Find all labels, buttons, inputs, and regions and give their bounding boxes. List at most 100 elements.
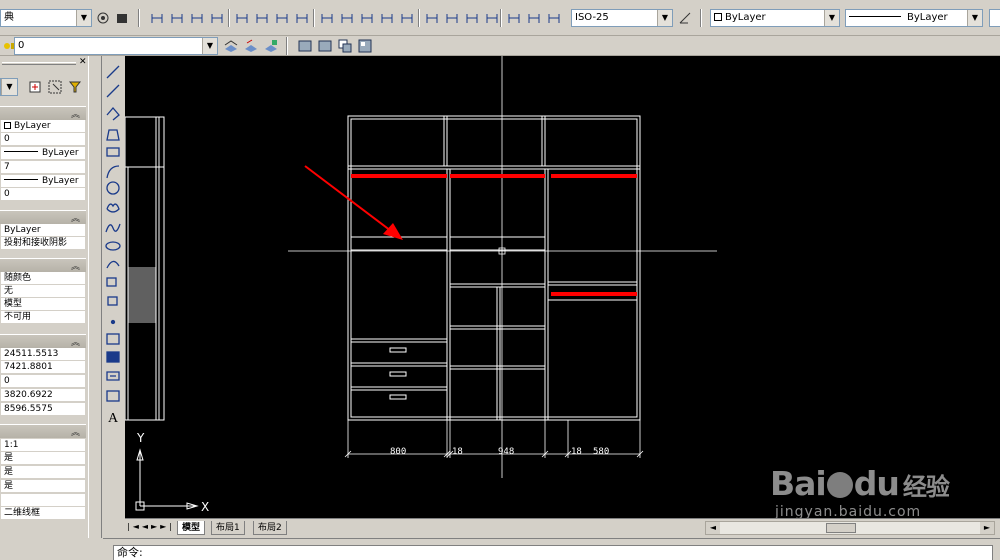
angular-dim-icon[interactable] bbox=[293, 9, 311, 27]
scroll-left-icon[interactable]: ◄ bbox=[706, 522, 720, 534]
dim-break-icon[interactable] bbox=[398, 9, 416, 27]
continue-dim-icon[interactable] bbox=[358, 9, 376, 27]
workspace-combo[interactable]: 典 ▼ bbox=[0, 9, 92, 27]
aligned-dim-icon[interactable] bbox=[168, 9, 186, 27]
layer-match-icon[interactable] bbox=[222, 37, 240, 55]
collapse-icon[interactable]: ︽ bbox=[71, 107, 80, 120]
prop-annotation-scale[interactable]: 1:1 bbox=[1, 439, 85, 452]
prop-width[interactable]: 8596.5575 bbox=[1, 403, 85, 416]
chevron-down-icon[interactable]: ▼ bbox=[1, 79, 17, 95]
prop-plot-style[interactable]: 随颜色 bbox=[1, 272, 85, 285]
close-icon[interactable]: ✕ bbox=[79, 57, 87, 67]
prop-center-x-value: 24511.5513 bbox=[4, 349, 59, 359]
layer-combo[interactable]: 0 ▼ bbox=[14, 37, 218, 55]
prop-layer[interactable]: 0 bbox=[1, 133, 85, 146]
prop-color[interactable]: ByLayer bbox=[1, 120, 85, 133]
prop-plot-style-name[interactable]: 无 bbox=[1, 285, 85, 298]
chevron-down-icon[interactable]: ▼ bbox=[202, 38, 217, 54]
prop-plot-attached[interactable]: 不可用 bbox=[1, 311, 85, 324]
lineweight-combo[interactable] bbox=[989, 9, 1000, 27]
jogged-linear-icon[interactable] bbox=[483, 9, 501, 27]
prop-ucs-icon-on[interactable]: 是 bbox=[1, 452, 85, 465]
tab-layout1[interactable]: 布局1 bbox=[211, 521, 245, 535]
command-input[interactable]: 命令: bbox=[113, 545, 993, 560]
viewport-icon[interactable] bbox=[296, 37, 314, 55]
collapse-icon[interactable]: ︽ bbox=[71, 259, 80, 272]
palette-titlebar[interactable]: ✕ bbox=[0, 57, 87, 68]
chevron-down-icon[interactable]: ▼ bbox=[824, 10, 839, 26]
prop-center-y-value: 7421.8801 bbox=[4, 362, 53, 372]
prop-shadow[interactable]: 投射和接收阴影 bbox=[1, 237, 85, 250]
arc-length-icon[interactable] bbox=[188, 9, 206, 27]
horizontal-scrollbar[interactable]: ◄ ► bbox=[705, 521, 995, 535]
prop-linetype-scale[interactable]: 7 bbox=[1, 161, 85, 174]
jogged-dim-icon[interactable] bbox=[253, 9, 271, 27]
toggle-pickadd-icon[interactable] bbox=[26, 78, 44, 96]
model-space-canvas[interactable]: 800 18 948 18 580 Y X Bai du 经验 jingyan.ba… bbox=[124, 56, 1000, 520]
tab-nav-arrows-icon[interactable]: |◄◄►►| bbox=[127, 522, 175, 531]
select-objects-icon[interactable] bbox=[46, 78, 64, 96]
inspection-icon[interactable] bbox=[463, 9, 481, 27]
toolbar-separator bbox=[313, 9, 315, 27]
prop-height[interactable]: 3820.6922 bbox=[1, 389, 85, 402]
prop-material[interactable]: ByLayer bbox=[1, 224, 85, 237]
prop-center-x[interactable]: 24511.5513 bbox=[1, 348, 85, 361]
dim-update-icon[interactable] bbox=[545, 9, 563, 27]
prop-lineweight[interactable]: ByLayer bbox=[1, 175, 85, 188]
viewport-clip-icon[interactable] bbox=[316, 37, 334, 55]
chevron-down-icon[interactable]: ▼ bbox=[967, 10, 982, 26]
prop-visual-style[interactable]: 二维线框 bbox=[1, 507, 85, 520]
prop-center-y[interactable]: 7421.8801 bbox=[1, 361, 85, 374]
scroll-thumb[interactable] bbox=[826, 523, 856, 533]
collapse-icon[interactable]: ︽ bbox=[71, 211, 80, 224]
collapse-icon[interactable]: ︽ bbox=[71, 425, 80, 438]
dimstyle-manager-icon[interactable] bbox=[676, 9, 694, 27]
region-icon bbox=[106, 371, 120, 381]
prop-ucs-icon-origin[interactable]: 是 bbox=[1, 466, 85, 479]
color-combo[interactable]: ByLayer ▼ bbox=[710, 9, 840, 27]
prop-thickness[interactable]: 0 bbox=[1, 188, 85, 201]
tolerance-icon[interactable] bbox=[423, 9, 441, 27]
dim-edit-icon[interactable] bbox=[505, 9, 523, 27]
left-cabinet-outline bbox=[124, 116, 165, 421]
linetype-combo[interactable]: ByLayer ▼ bbox=[845, 9, 983, 27]
workspace-lock-icon[interactable] bbox=[113, 9, 131, 27]
radius-dim-icon[interactable] bbox=[233, 9, 251, 27]
dim-space-icon[interactable] bbox=[378, 9, 396, 27]
selection-combo[interactable]: ▼ bbox=[0, 78, 18, 96]
prop-plot-table[interactable]: 模型 bbox=[1, 298, 85, 311]
prop-center-z[interactable]: 0 bbox=[1, 375, 85, 388]
section-plot-header[interactable]: ︽ bbox=[0, 258, 86, 272]
viewport-scale-icon[interactable] bbox=[336, 37, 354, 55]
linear-dim-icon[interactable] bbox=[148, 9, 166, 27]
tab-layout2[interactable]: 布局2 bbox=[253, 521, 287, 535]
section-3d-header[interactable]: ︽ bbox=[0, 210, 86, 224]
workspace-settings-icon[interactable] bbox=[94, 9, 112, 27]
baseline-dim-icon[interactable] bbox=[338, 9, 356, 27]
prop-ucs-name[interactable] bbox=[1, 494, 85, 507]
quick-dim-icon[interactable] bbox=[318, 9, 336, 27]
layer-states-icon[interactable] bbox=[262, 37, 280, 55]
chevron-down-icon[interactable]: ▼ bbox=[76, 10, 91, 26]
diameter-dim-icon[interactable] bbox=[273, 9, 291, 27]
ordinate-dim-icon[interactable] bbox=[208, 9, 226, 27]
prop-ucs-per-viewport[interactable]: 是 bbox=[1, 480, 85, 493]
prop-center-z-value: 0 bbox=[4, 376, 10, 386]
quick-select-icon[interactable] bbox=[66, 78, 84, 96]
prop-linetype[interactable]: ByLayer bbox=[1, 147, 85, 160]
center-mark-icon[interactable] bbox=[443, 9, 461, 27]
dim-text-edit-icon[interactable] bbox=[525, 9, 543, 27]
layer-previous-icon[interactable] bbox=[242, 37, 260, 55]
palette-side-strip[interactable] bbox=[88, 56, 102, 538]
scroll-right-icon[interactable]: ► bbox=[980, 522, 994, 534]
chevron-down-icon[interactable]: ▼ bbox=[657, 10, 672, 26]
section-general-header[interactable]: ︽ bbox=[0, 106, 86, 120]
collapse-icon[interactable]: ︽ bbox=[71, 335, 80, 348]
viewport-new-icon[interactable] bbox=[356, 37, 374, 55]
dimstyle-combo[interactable]: ISO-25 ▼ bbox=[571, 9, 673, 27]
tab-model[interactable]: 模型 bbox=[177, 521, 206, 535]
section-view-header[interactable]: ︽ bbox=[0, 334, 86, 348]
layout-tabs-bar: |◄◄►►| 模型 布局1 布局2 ◄ ► bbox=[125, 518, 1000, 536]
section-misc-header[interactable]: ︽ bbox=[0, 424, 86, 438]
table-icon bbox=[106, 390, 120, 402]
